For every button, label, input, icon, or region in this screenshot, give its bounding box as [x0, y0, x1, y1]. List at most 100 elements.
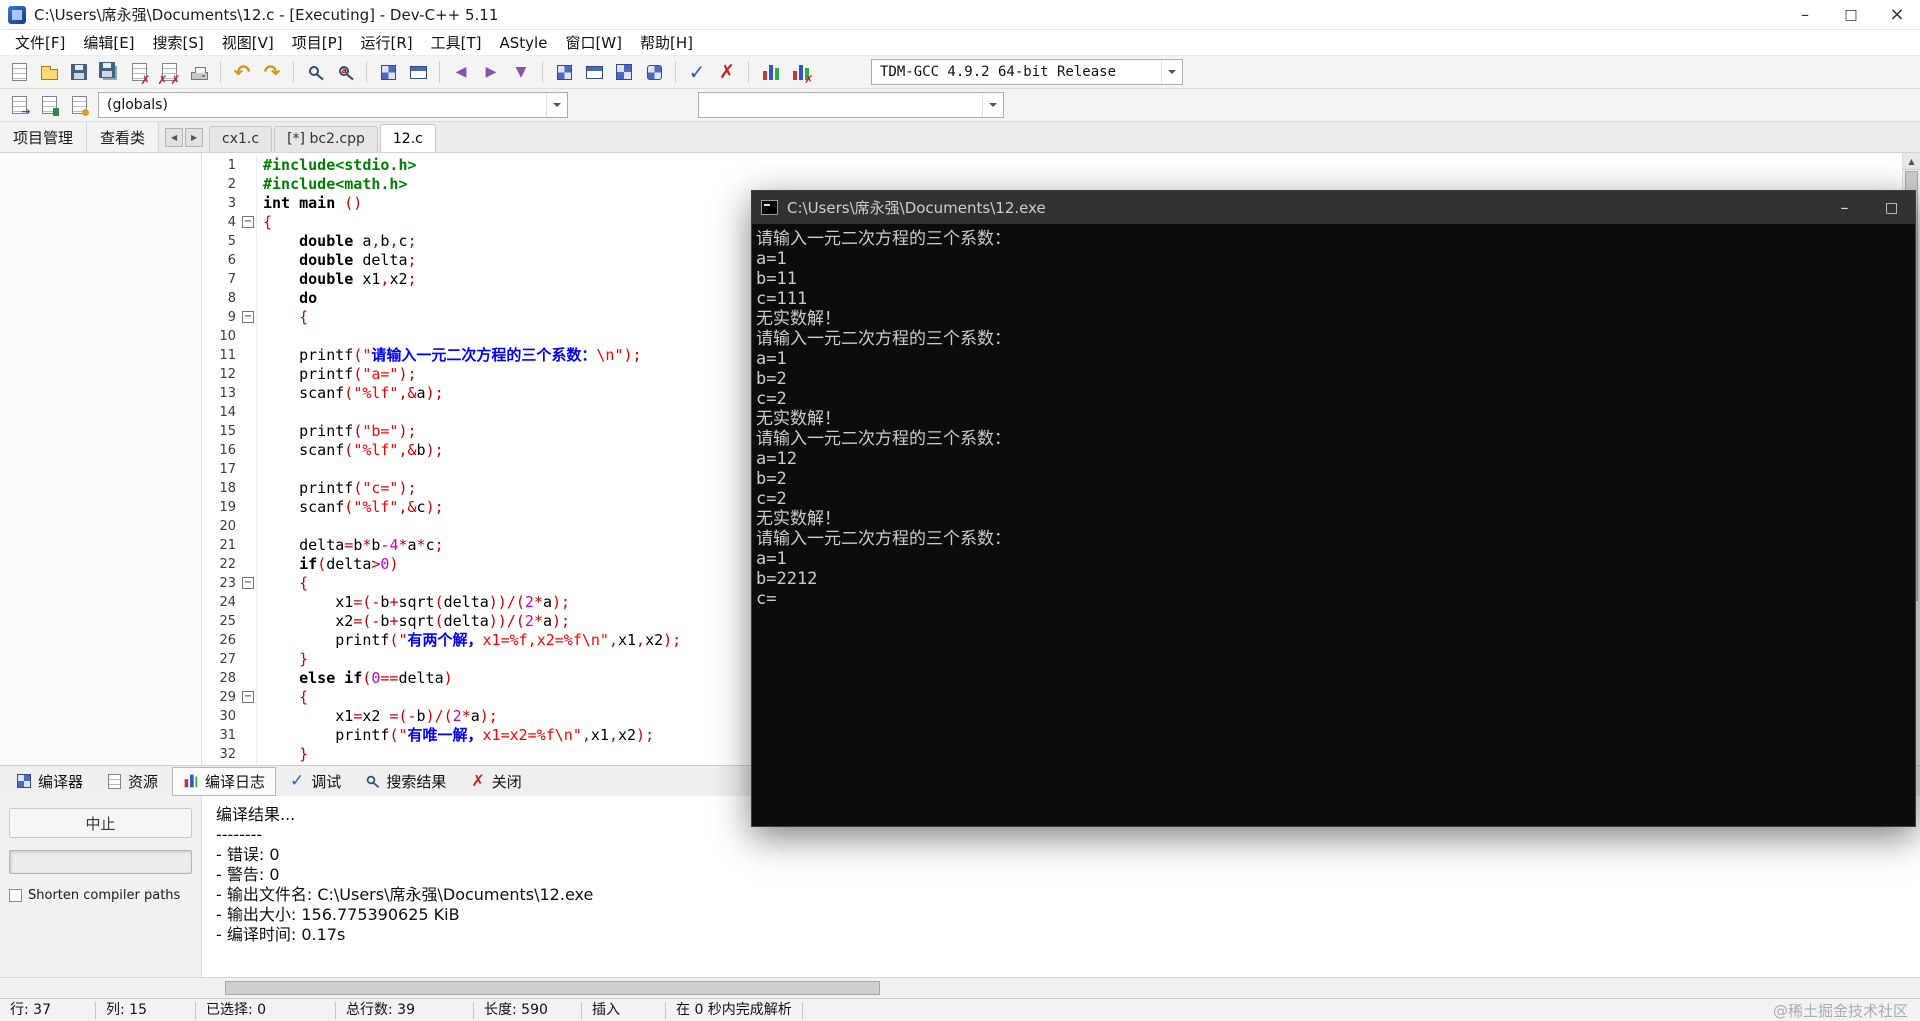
bottom-tab[interactable]: 编译器	[6, 767, 94, 796]
code-token: double	[299, 270, 354, 288]
code-token: "%lf"	[353, 384, 399, 402]
fold-toggle-icon[interactable]	[242, 311, 254, 323]
editor-tab[interactable]: cx1.c	[209, 126, 273, 152]
code-token: (	[353, 479, 363, 497]
debug-check-button[interactable]	[683, 58, 711, 86]
bottom-tab[interactable]: 调试	[279, 767, 352, 796]
globals-select[interactable]: (globals)	[98, 92, 568, 118]
nav-back-button[interactable]	[447, 58, 475, 86]
close-all-button[interactable]	[155, 58, 183, 86]
line-number: 2	[202, 175, 257, 194]
goto-line-button[interactable]	[507, 58, 535, 86]
new-file-button[interactable]	[5, 58, 33, 86]
window-title: C:\Users\席永强\Documents\12.c - [Executing…	[34, 6, 499, 24]
print-button[interactable]	[185, 58, 213, 86]
bottom-tab-label: 编译日志	[205, 772, 266, 791]
toolbar-separator	[675, 61, 676, 83]
profile-delete-button[interactable]	[786, 58, 814, 86]
save-button[interactable]	[65, 58, 93, 86]
abort-run-button[interactable]	[713, 58, 741, 86]
menu-item[interactable]: AStyle	[491, 30, 557, 55]
shorten-paths-checkbox[interactable]	[9, 889, 22, 902]
code-token: int	[263, 194, 291, 212]
shorten-paths-option: Shorten compiler paths	[9, 888, 192, 903]
rebuild-button[interactable]	[640, 58, 668, 86]
minimize-button[interactable]	[1782, 0, 1828, 29]
code-token: ()	[344, 194, 363, 212]
open-file-button[interactable]	[35, 58, 63, 86]
compiler-select[interactable]: TDM-GCC 4.9.2 64-bit Release	[871, 59, 1183, 85]
chevron-down-icon[interactable]	[546, 93, 567, 117]
console-line: b=2	[756, 469, 787, 489]
console-title-bar[interactable]: C:\Users\席永强\Documents\12.exe	[752, 191, 1915, 224]
shorten-paths-label: Shorten compiler paths	[28, 888, 181, 903]
maximize-button[interactable]	[1828, 0, 1874, 29]
save-all-button[interactable]	[95, 58, 123, 86]
code-token: x2	[645, 631, 664, 649]
line-number: 4	[202, 213, 257, 232]
bottom-tab[interactable]: 搜索结果	[355, 767, 457, 796]
console-line: a=12	[756, 449, 797, 469]
console-minimize-button[interactable]	[1821, 191, 1868, 224]
menu-item[interactable]: 编辑[E]	[74, 30, 143, 55]
status-selected: 已选择: 0	[196, 1001, 336, 1019]
project-panel[interactable]	[0, 153, 202, 765]
menu-item[interactable]: 视图[V]	[213, 30, 283, 55]
menu-item[interactable]: 搜索[S]	[144, 30, 213, 55]
abort-button[interactable]: 中止	[9, 808, 192, 838]
menu-item[interactable]: 帮助[H]	[631, 30, 702, 55]
menu-item[interactable]: 项目[P]	[283, 30, 352, 55]
code-text: }	[257, 650, 308, 669]
close-button[interactable]	[1874, 0, 1920, 29]
side-panel-tab[interactable]: 查看类	[87, 122, 160, 152]
chevron-down-icon[interactable]	[1161, 60, 1182, 84]
line-number: 9	[202, 308, 257, 327]
swap-header-source-button[interactable]	[5, 91, 33, 119]
compile-run-button[interactable]	[610, 58, 638, 86]
scrollbar-thumb[interactable]	[225, 981, 880, 995]
scroll-up-icon[interactable]	[1903, 153, 1920, 170]
code-token: )	[443, 669, 453, 687]
menu-item[interactable]: 工具[T]	[422, 30, 491, 55]
goto-function-button[interactable]	[65, 91, 93, 119]
editor-tab[interactable]: [*] bc2.cpp	[274, 126, 378, 152]
find-icon	[308, 65, 319, 76]
code-token: ;	[434, 536, 444, 554]
fold-toggle-icon[interactable]	[242, 216, 254, 228]
menu-item[interactable]: 窗口[W]	[556, 30, 631, 55]
console-output[interactable]: 请输入一元二次方程的三个系数： a=1 b=11 c=111 无实数解！ 请输入一元二次方…	[752, 224, 1915, 609]
bottom-tab[interactable]: 编译日志	[172, 766, 277, 796]
run-button[interactable]	[580, 58, 608, 86]
new-project-button[interactable]	[374, 58, 402, 86]
scroll-tabs-right-button[interactable]	[185, 127, 204, 147]
code-token: printf	[335, 726, 390, 744]
log-horizontal-scrollbar[interactable]	[0, 977, 1920, 998]
undo-button[interactable]	[228, 58, 256, 86]
fold-toggle-icon[interactable]	[242, 691, 254, 703]
open-project-button[interactable]	[404, 58, 432, 86]
compile-button[interactable]	[550, 58, 578, 86]
console-maximize-button[interactable]	[1868, 191, 1915, 224]
menu-item[interactable]: 运行[R]	[351, 30, 421, 55]
fold-toggle-icon[interactable]	[242, 577, 254, 589]
code-token: {	[299, 688, 309, 706]
editor-tab[interactable]: 12.c	[379, 124, 436, 152]
close-file-button[interactable]	[125, 58, 153, 86]
redo-button[interactable]	[258, 58, 286, 86]
code-token: "b="	[362, 422, 399, 440]
members-select[interactable]	[698, 92, 1004, 118]
bottom-tab[interactable]: 资源	[97, 767, 169, 796]
nav-forward-button[interactable]	[477, 58, 505, 86]
code-token: );	[398, 365, 417, 383]
replace-button[interactable]	[331, 58, 359, 86]
menu-item[interactable]: 文件[F]	[6, 30, 74, 55]
profile-button[interactable]	[756, 58, 784, 86]
bottom-tab[interactable]: 关闭	[460, 767, 532, 796]
find-button[interactable]	[301, 58, 329, 86]
side-panel-tab[interactable]: 项目管理	[0, 122, 88, 152]
scroll-tabs-left-button[interactable]	[165, 127, 184, 147]
chevron-down-icon[interactable]	[982, 93, 1003, 117]
bookmark-button[interactable]	[35, 91, 63, 119]
